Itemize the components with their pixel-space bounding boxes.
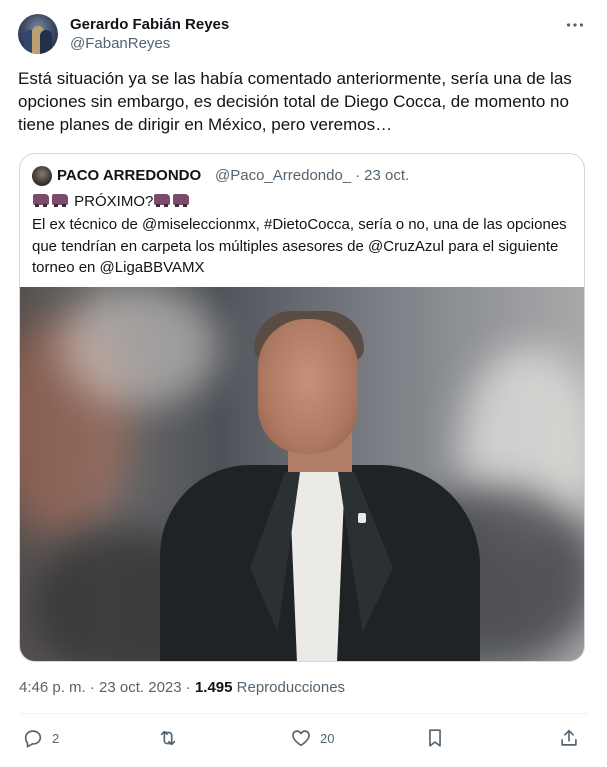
locomotive-icon	[51, 192, 69, 208]
quoted-author-meta: @Paco_Arredondo_ · 23 oct.	[215, 167, 413, 184]
reply-count: 2	[52, 730, 60, 746]
quoted-tweet-date: 23 oct.	[364, 167, 410, 184]
retweet-button[interactable]	[157, 724, 187, 752]
share-icon	[561, 729, 577, 746]
share-button[interactable]	[558, 724, 580, 752]
like-count: 20	[320, 730, 335, 746]
locomotive-icon	[172, 192, 190, 208]
quoted-headline-line: PRÓXIMO?	[32, 192, 191, 212]
retweet-icon	[160, 730, 176, 746]
views-label: Reproducciones	[236, 679, 346, 696]
quoted-author-handle: @Paco_Arredondo_	[215, 167, 352, 184]
more-horizontal-icon[interactable]	[564, 14, 586, 36]
quoted-author-avatar	[32, 166, 52, 186]
tweet-author: Gerardo Fabián Reyes @FabanReyes	[18, 14, 588, 56]
quoted-headline: PRÓXIMO?	[74, 193, 154, 210]
quoted-tweet-text: El ex técnico de @miseleccionmx, #DietoC…	[32, 216, 567, 276]
tweet-timestamp-row: 4:46 p. m. · 23 oct. 2023 · 1.495 Reprod…	[19, 679, 345, 696]
tweet-actions: 2 20	[0, 724, 607, 754]
author-handle[interactable]: @FabanReyes	[70, 34, 229, 54]
tweet-card: Gerardo Fabián Reyes @FabanReyes Está si…	[0, 0, 607, 767]
meta-separator: ·	[355, 167, 361, 184]
tweet-text: Está situación ya se las había comentado…	[18, 69, 572, 134]
views-count: 1.495	[194, 679, 233, 696]
bookmark-icon	[429, 729, 441, 747]
bookmark-button[interactable]	[424, 724, 446, 752]
locomotive-icon	[32, 192, 50, 208]
author-avatar[interactable]	[18, 14, 58, 54]
like-icon	[292, 730, 310, 747]
locomotive-icon	[153, 192, 171, 208]
reply-button[interactable]: 2	[22, 724, 59, 752]
tweet-timestamp[interactable]: 4:46 p. m. · 23 oct. 2023 ·	[19, 679, 191, 696]
like-button[interactable]: 20	[290, 724, 334, 752]
quoted-author-name: PACO ARREDONDO	[57, 167, 202, 184]
quoted-tweet[interactable]: PACO ARREDONDO @Paco_Arredondo_ · 23 oct. …	[19, 153, 585, 662]
quoted-tweet-header: PACO ARREDONDO @Paco_Arredondo_ · 23 oct.	[32, 165, 572, 187]
author-names: Gerardo Fabián Reyes @FabanReyes	[70, 15, 229, 54]
reply-icon	[24, 730, 42, 748]
author-display-name[interactable]: Gerardo Fabián Reyes	[70, 15, 229, 34]
quoted-tweet-photo[interactable]	[20, 287, 584, 661]
divider	[19, 713, 588, 714]
